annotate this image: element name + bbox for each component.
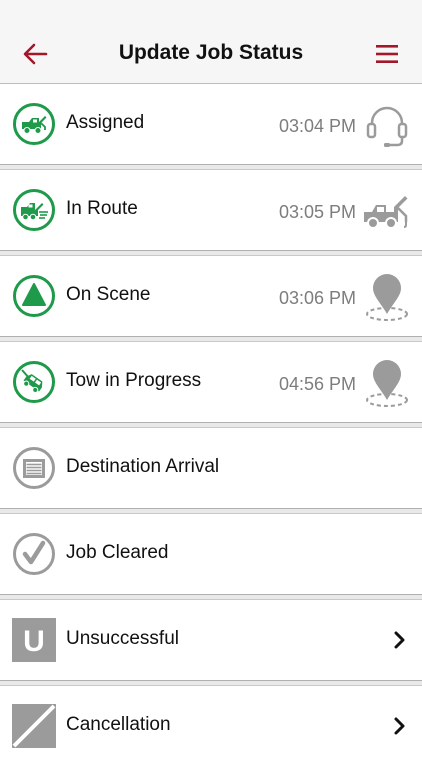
moving-tow-truck-icon — [13, 189, 55, 231]
status-label: Cancellation — [66, 714, 171, 735]
page-title: Update Job Status — [118, 41, 304, 64]
status-time: 03:06 PM — [278, 288, 356, 308]
tow-truck-icon — [13, 103, 55, 145]
status-row-destination-arrival[interactable]: Destination Arrival — [0, 428, 422, 508]
checkmark-icon — [13, 533, 55, 575]
headset-icon — [366, 106, 408, 147]
warning-triangle-icon — [13, 275, 55, 317]
status-label: Destination Arrival — [66, 456, 220, 477]
status-label: Assigned — [66, 112, 145, 133]
status-time: 03:04 PM — [278, 116, 356, 136]
status-time: 04:56 PM — [278, 374, 356, 394]
hamburger-menu-icon[interactable] — [375, 44, 399, 64]
unsuccessful-badge-letter: U — [23, 625, 45, 658]
status-label: Job Cleared — [66, 542, 169, 563]
navigation-bar: Update Job Status — [0, 0, 422, 84]
status-row-job-cleared[interactable]: Job Cleared — [0, 514, 422, 594]
garage-icon — [13, 447, 55, 489]
status-row-on-scene[interactable]: On Scene 03:06 PM — [0, 256, 422, 336]
location-pin-icon — [366, 360, 408, 407]
status-row-unsuccessful[interactable]: U Unsuccessful — [0, 600, 422, 680]
status-label: Unsuccessful — [66, 628, 179, 649]
status-row-tow-in-progress[interactable]: Tow in Progress 04:56 PM — [0, 342, 422, 422]
status-time: 03:05 PM — [278, 202, 356, 222]
tow-truck-icon — [364, 196, 408, 229]
status-row-assigned[interactable]: Assigned 03:04 PM — [0, 84, 422, 164]
status-label: In Route — [66, 198, 138, 219]
status-row-cancellation[interactable]: Cancellation — [0, 686, 422, 766]
cancellation-icon — [12, 704, 56, 748]
location-pin-icon — [366, 274, 408, 321]
unsuccessful-icon: U — [12, 618, 56, 662]
chevron-right-icon[interactable] — [393, 630, 407, 650]
status-list: Assigned 03:04 PM In Route 03:05 PM On S… — [0, 84, 422, 766]
towed-car-icon — [13, 361, 55, 403]
status-label: On Scene — [66, 284, 151, 305]
status-row-in-route[interactable]: In Route 03:05 PM — [0, 170, 422, 250]
chevron-right-icon[interactable] — [393, 716, 407, 736]
status-label: Tow in Progress — [66, 370, 202, 391]
